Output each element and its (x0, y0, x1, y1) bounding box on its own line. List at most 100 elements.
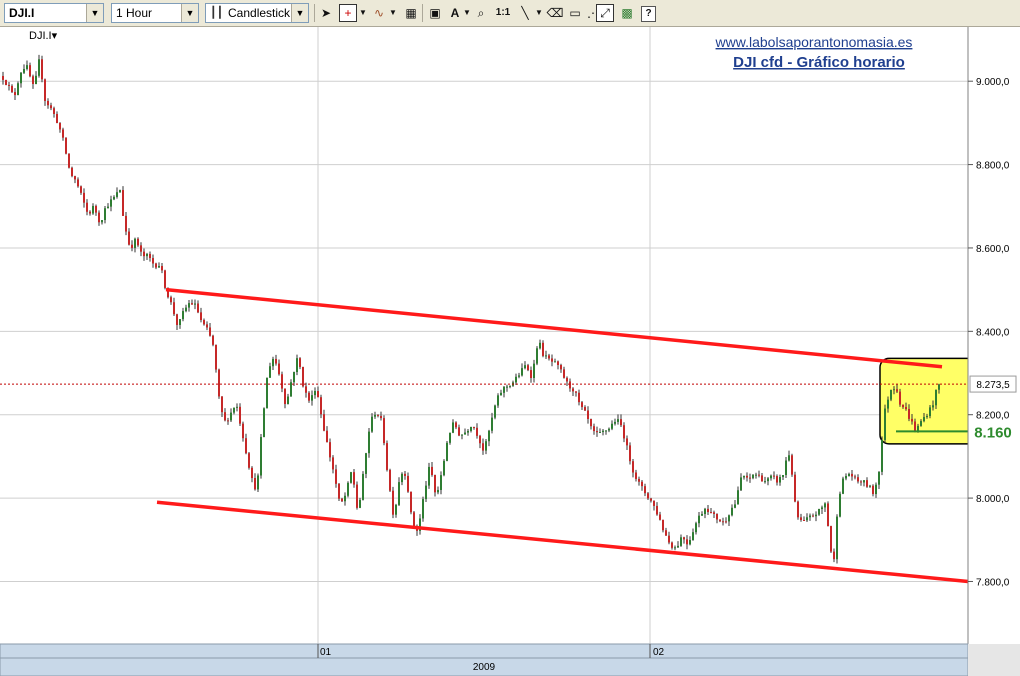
toolbar: DJI.I ▼ 1 Hour ▼ ┃┃ Candlestick ▼ ➤ + ▼ … (0, 0, 1020, 27)
price-chart[interactable]: 7.800,0 8.000,0 8.200,0 8.400,0 8.600,0 8.800… (0, 27, 1020, 676)
snap-tool-icon[interactable]: ⤢ (596, 4, 614, 22)
candle-body (713, 512, 715, 514)
candle-body (281, 374, 283, 389)
candle-body (728, 515, 730, 522)
candle-body (347, 482, 349, 496)
candle-body (476, 427, 478, 436)
candle-body (104, 208, 106, 221)
crosshair-tool-icon[interactable]: + (339, 4, 357, 22)
candle-body (605, 430, 607, 432)
chart-style-select[interactable]: ┃┃ Candlestick ▼ (205, 3, 309, 23)
candle-body (389, 469, 391, 491)
properties-icon[interactable]: ▣ (426, 4, 444, 22)
candle-body (521, 368, 523, 376)
symbol-input-value: DJI.I (9, 6, 35, 20)
candle-body (746, 475, 748, 478)
trendline-tool-icon[interactable]: ╲ (516, 4, 534, 22)
candle-body (911, 418, 913, 422)
candle-body (788, 455, 790, 461)
candle-body (353, 472, 355, 485)
candle-body (560, 364, 562, 370)
candle-body (158, 266, 160, 268)
candle-body (107, 206, 109, 209)
candle-body (791, 455, 793, 475)
text-dropdown-icon[interactable]: ▼ (462, 4, 472, 22)
candle-body (86, 202, 88, 212)
price-tick-label: 8.000,0 (976, 494, 1010, 505)
candle-body (503, 386, 505, 393)
candle-body (800, 517, 802, 520)
candle-body (368, 431, 370, 454)
symbol-input[interactable]: DJI.I ▼ (4, 3, 104, 23)
indicator-tool-icon[interactable]: ∿ (370, 4, 388, 22)
chart-title: DJI cfd - Gráfico horario (733, 54, 905, 71)
candle-body (752, 474, 754, 479)
candle-body (674, 547, 676, 549)
candle-body (830, 526, 832, 552)
candle-body (32, 76, 34, 85)
zoom-icon[interactable]: ⌕ (472, 4, 490, 22)
candle-body (197, 303, 199, 313)
website-link[interactable]: www.labolsaporantonomasia.es (715, 34, 913, 50)
candle-body (608, 428, 610, 431)
candle-body (23, 68, 25, 73)
candle-body (290, 382, 292, 397)
candle-body (35, 75, 37, 85)
candle-body (527, 365, 529, 371)
candle-body (623, 425, 625, 439)
candle-body (896, 389, 898, 392)
candle-body (824, 503, 826, 508)
candle-body (524, 365, 526, 369)
candle-body (809, 515, 811, 518)
candle-body (629, 445, 631, 462)
candle-body (152, 258, 154, 264)
candle-body (920, 421, 922, 426)
candle-body (53, 108, 55, 114)
candle-body (869, 485, 871, 487)
interval-dropdown-icon[interactable]: ▼ (181, 4, 198, 22)
pointer-tool-icon[interactable]: ➤ (317, 4, 335, 22)
candle-body (434, 475, 436, 493)
plot-background (0, 27, 968, 644)
candle-body (536, 348, 538, 364)
candle-body (677, 545, 679, 548)
candle-body (548, 355, 550, 359)
candle-body (200, 312, 202, 321)
zoom-reset-button[interactable]: 1:1 (492, 4, 514, 22)
trendline-dropdown-icon[interactable]: ▼ (534, 4, 544, 22)
candle-body (818, 509, 820, 515)
time-axis[interactable] (0, 643, 969, 659)
candle-body (698, 515, 700, 524)
crosshair-dropdown-icon[interactable]: ▼ (358, 4, 368, 22)
support-label: 8.160 (974, 424, 1012, 441)
lock-icon[interactable]: ▭ (566, 4, 584, 22)
eraser-icon[interactable]: ⌫ (546, 4, 564, 22)
candle-body (161, 266, 163, 271)
candle-body (695, 523, 697, 533)
candle-body (92, 205, 94, 214)
help-button[interactable]: ? (641, 6, 656, 22)
chart-symbol-label[interactable]: DJI.I▾ (29, 30, 58, 42)
pattern-tool-icon[interactable]: ▩ (618, 4, 636, 22)
chart-style-dropdown-icon[interactable]: ▼ (291, 4, 308, 22)
candle-body (926, 416, 928, 418)
candle-body (857, 477, 859, 482)
candle-body (557, 361, 559, 365)
toolbar-separator (314, 4, 315, 22)
interval-select[interactable]: 1 Hour ▼ (111, 3, 199, 23)
candle-body (179, 319, 181, 325)
candle-body (929, 407, 931, 417)
candle-body (242, 423, 244, 439)
candle-body (740, 477, 742, 491)
indicator-dropdown-icon[interactable]: ▼ (388, 4, 398, 22)
candle-body (764, 481, 766, 483)
grid-tool-icon[interactable]: ▦ (402, 4, 420, 22)
candle-body (191, 303, 193, 305)
candle-body (173, 302, 175, 315)
candle-body (263, 408, 265, 438)
symbol-dropdown-icon[interactable]: ▼ (86, 4, 103, 22)
candle-body (875, 484, 877, 495)
candle-body (584, 407, 586, 411)
candle-body (296, 358, 298, 373)
candle-body (650, 498, 652, 501)
